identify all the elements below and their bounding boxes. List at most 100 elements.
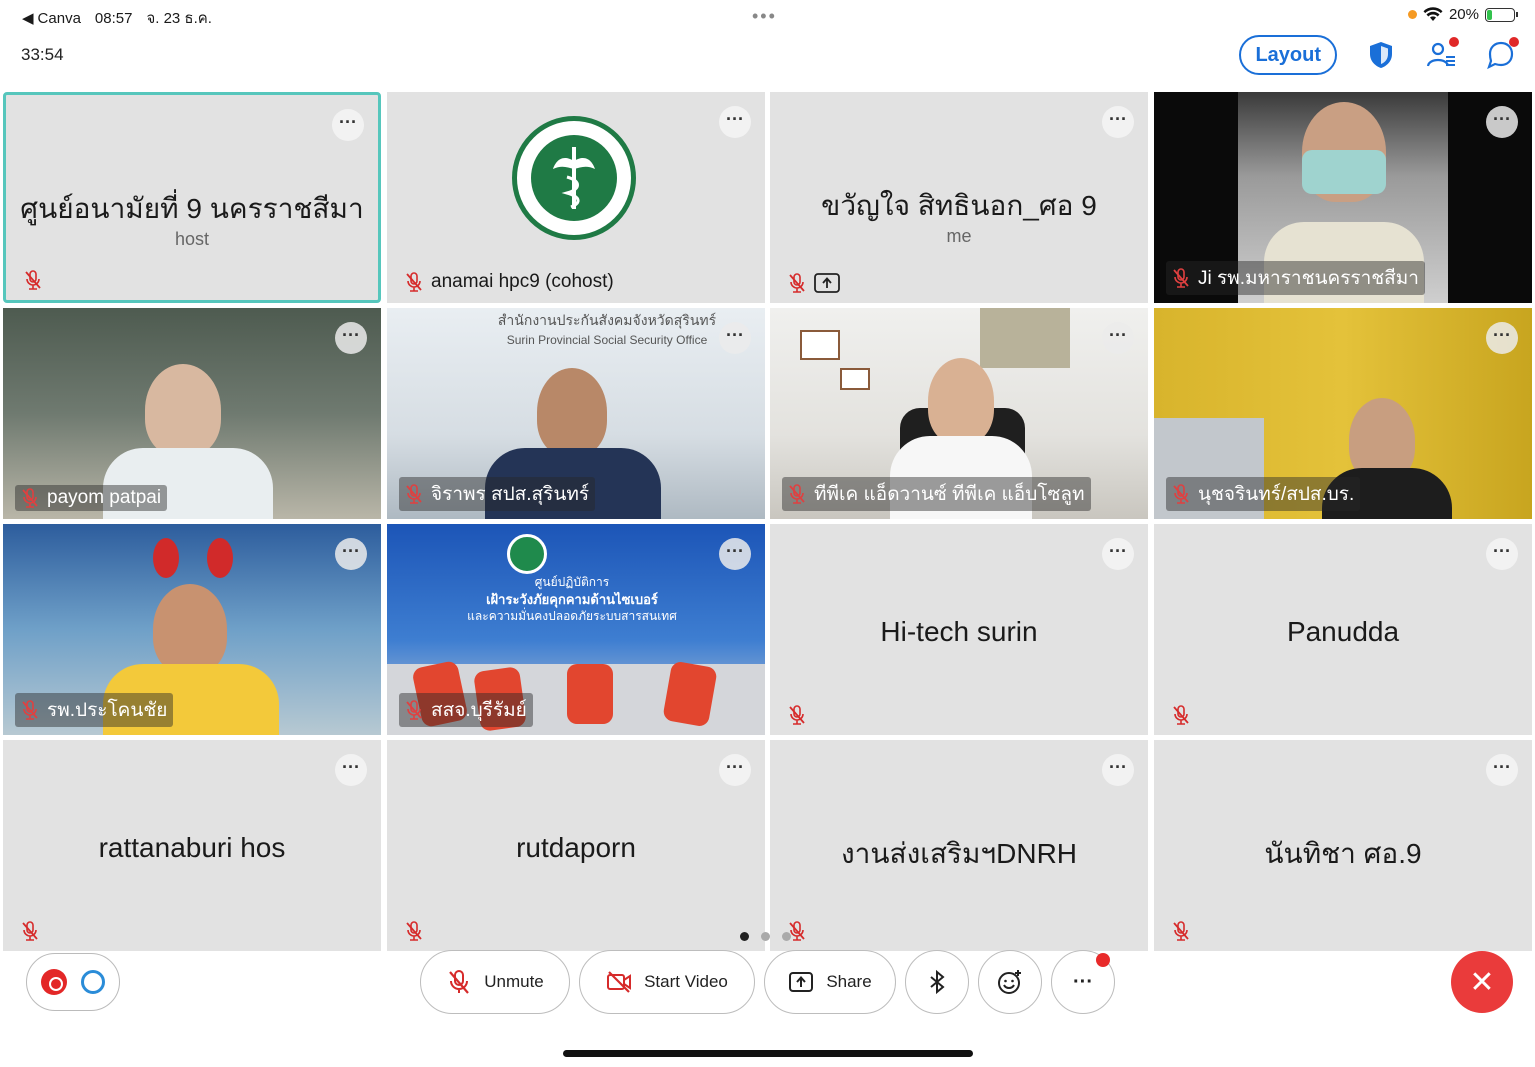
back-arrow-icon[interactable]: ◀ <box>22 9 34 27</box>
home-indicator[interactable] <box>563 1050 973 1057</box>
bluetooth-icon <box>930 969 945 995</box>
security-shield-icon[interactable] <box>1365 39 1397 71</box>
layout-button[interactable]: Layout <box>1239 35 1337 75</box>
video-person <box>537 368 607 456</box>
tile-label <box>1166 703 1196 727</box>
participant-tile[interactable]: ··· payom patpai <box>3 308 381 519</box>
record-icon[interactable] <box>41 969 67 995</box>
unmute-button[interactable]: Unmute <box>420 950 570 1014</box>
chair <box>567 664 613 724</box>
tile-more-button[interactable]: ··· <box>719 754 751 786</box>
participant-label: anamai hpc9 (cohost) <box>431 271 614 292</box>
participant-tile[interactable]: ··· ทีพีเค แอ็ดวานซ์ ทีพีเค แอ็บโซลูท <box>770 308 1148 519</box>
participant-role: me <box>946 226 972 246</box>
reindeer-antlers <box>153 538 233 588</box>
mic-muted-icon <box>25 270 41 290</box>
participant-tile[interactable]: ศูนย์ปฏิบัติการ เฝ้าระวังภัยคุกคามด้านไซ… <box>387 524 765 735</box>
participant-name: ศูนย์อนามัยที่ 9 นครราชสีมา <box>20 193 364 224</box>
tile-label <box>15 919 45 943</box>
share-screen-icon <box>789 972 814 992</box>
tile-more-button[interactable]: ··· <box>332 109 364 141</box>
participant-tile[interactable]: ··· anamai hpc9 (cohost) <box>387 92 765 303</box>
video-person <box>928 358 994 444</box>
battery-icon <box>1485 7 1518 22</box>
participant-tile[interactable]: ··· Ji รพ.มหาราชนครราชสีมา <box>1154 92 1532 303</box>
screen-line: เฝ้าระวังภัยคุกคามด้านไซเบอร์ <box>486 592 658 607</box>
tile-more-button[interactable]: ··· <box>719 322 751 354</box>
tile-label: สสจ.บุรีรัมย์ <box>399 693 533 727</box>
participant-label: นุชจรินทร์/สปส.บร. <box>1198 484 1355 505</box>
wall-certificate <box>800 330 840 360</box>
tile-more-button[interactable]: ··· <box>719 538 751 570</box>
start-video-button[interactable]: Start Video <box>579 950 755 1014</box>
mic-muted-icon <box>1173 268 1189 288</box>
office-sign-th: สำนักงานประกันสังคมจังหวัดสุรินทร์ <box>497 312 717 328</box>
video-person <box>145 364 221 456</box>
tile-more-button[interactable]: ··· <box>335 322 367 354</box>
record-controls[interactable] <box>26 953 120 1011</box>
screen-share-icon <box>814 273 840 293</box>
page-dot[interactable] <box>761 932 770 941</box>
participant-tile[interactable]: ··· rattanaburi hos <box>3 740 381 951</box>
office-sign-en: Surin Provincial Social Security Office <box>506 333 708 347</box>
tile-more-button[interactable]: ··· <box>1486 106 1518 138</box>
participant-tile-host[interactable]: ··· ศูนย์อนามัยที่ 9 นครราชสีมา host <box>3 92 381 303</box>
page-dot-active[interactable] <box>740 932 749 941</box>
mic-indicator-icon <box>1407 10 1417 19</box>
participants-alert-badge <box>1449 37 1459 47</box>
tile-more-button[interactable]: ··· <box>1486 754 1518 786</box>
multitask-dots-icon[interactable]: ••• <box>752 6 777 27</box>
page-indicator[interactable] <box>740 932 791 941</box>
participant-tile[interactable]: ··· นุชจรินทร์/สปส.บร. <box>1154 308 1532 519</box>
camera-switch-icon[interactable] <box>81 970 105 994</box>
face-mask <box>1302 150 1386 194</box>
leave-meeting-button[interactable]: ✕ <box>1451 951 1513 1013</box>
more-options-button[interactable]: ··· <box>1051 950 1115 1014</box>
tile-more-button[interactable]: ··· <box>335 754 367 786</box>
mic-muted-icon <box>22 921 38 941</box>
mic-muted-icon <box>22 700 38 720</box>
reactions-button[interactable] <box>978 950 1042 1014</box>
tile-more-button[interactable]: ··· <box>1102 754 1134 786</box>
page-dot[interactable] <box>782 932 791 941</box>
mic-muted-icon <box>789 705 805 725</box>
tile-more-button[interactable]: ··· <box>1486 322 1518 354</box>
video-person <box>153 584 227 674</box>
participant-tile[interactable]: ··· Hi-tech surin <box>770 524 1148 735</box>
tile-label: จิราพร สปส.สุรินทร์ <box>399 477 596 511</box>
wall-certificate <box>840 368 870 390</box>
office-sign: สำนักงานประกันสังคมจังหวัดสุรินทร์ Surin… <box>487 310 727 350</box>
tile-more-button[interactable]: ··· <box>1102 538 1134 570</box>
mic-muted-icon <box>1173 921 1189 941</box>
participant-tile[interactable]: สำนักงานประกันสังคมจังหวัดสุรินทร์ Surin… <box>387 308 765 519</box>
share-button[interactable]: Share <box>764 950 896 1014</box>
tile-more-button[interactable]: ··· <box>1102 322 1134 354</box>
participant-label: payom patpai <box>47 487 162 508</box>
mic-muted-icon <box>1173 484 1189 504</box>
participant-tile[interactable]: ··· Panudda <box>1154 524 1532 735</box>
participant-tile[interactable]: ··· rutdaporn <box>387 740 765 951</box>
participant-tile[interactable]: ··· นันทิชา ศอ.9 <box>1154 740 1532 951</box>
tile-label: payom patpai <box>15 485 168 511</box>
participant-tile[interactable]: ··· งานส่งเสริมฯDNRH <box>770 740 1148 951</box>
tile-label: anamai hpc9 (cohost) <box>399 269 620 295</box>
participant-name: งานส่งเสริมฯDNRH <box>840 838 1078 869</box>
tile-more-button[interactable]: ··· <box>719 106 751 138</box>
participant-tile[interactable]: ··· รพ.ประโคนชัย <box>3 524 381 735</box>
back-app-label[interactable]: Canva <box>38 10 81 27</box>
participant-label: ทีพีเค แอ็ดวานซ์ ทีพีเค แอ็บโซลูท <box>814 484 1085 505</box>
tile-more-button[interactable]: ··· <box>1486 538 1518 570</box>
more-dots-icon: ··· <box>1073 970 1093 993</box>
tile-label <box>782 703 812 727</box>
tile-more-button[interactable]: ··· <box>335 538 367 570</box>
tile-label <box>1166 919 1196 943</box>
unmute-label: Unmute <box>484 972 544 991</box>
battery-percent: 20% <box>1448 6 1479 23</box>
bluetooth-audio-button[interactable] <box>905 950 969 1014</box>
participants-icon[interactable] <box>1425 37 1459 71</box>
participant-tile-me[interactable]: ··· ขวัญใจ สิทธินอก_ศอ 9 me <box>770 92 1148 303</box>
tile-label: ทีพีเค แอ็ดวานซ์ ทีพีเค แอ็บโซลูท <box>782 477 1091 511</box>
tile-more-button[interactable]: ··· <box>1102 106 1134 138</box>
backdrop-logo-icon <box>507 534 547 574</box>
chat-icon[interactable] <box>1485 37 1519 71</box>
